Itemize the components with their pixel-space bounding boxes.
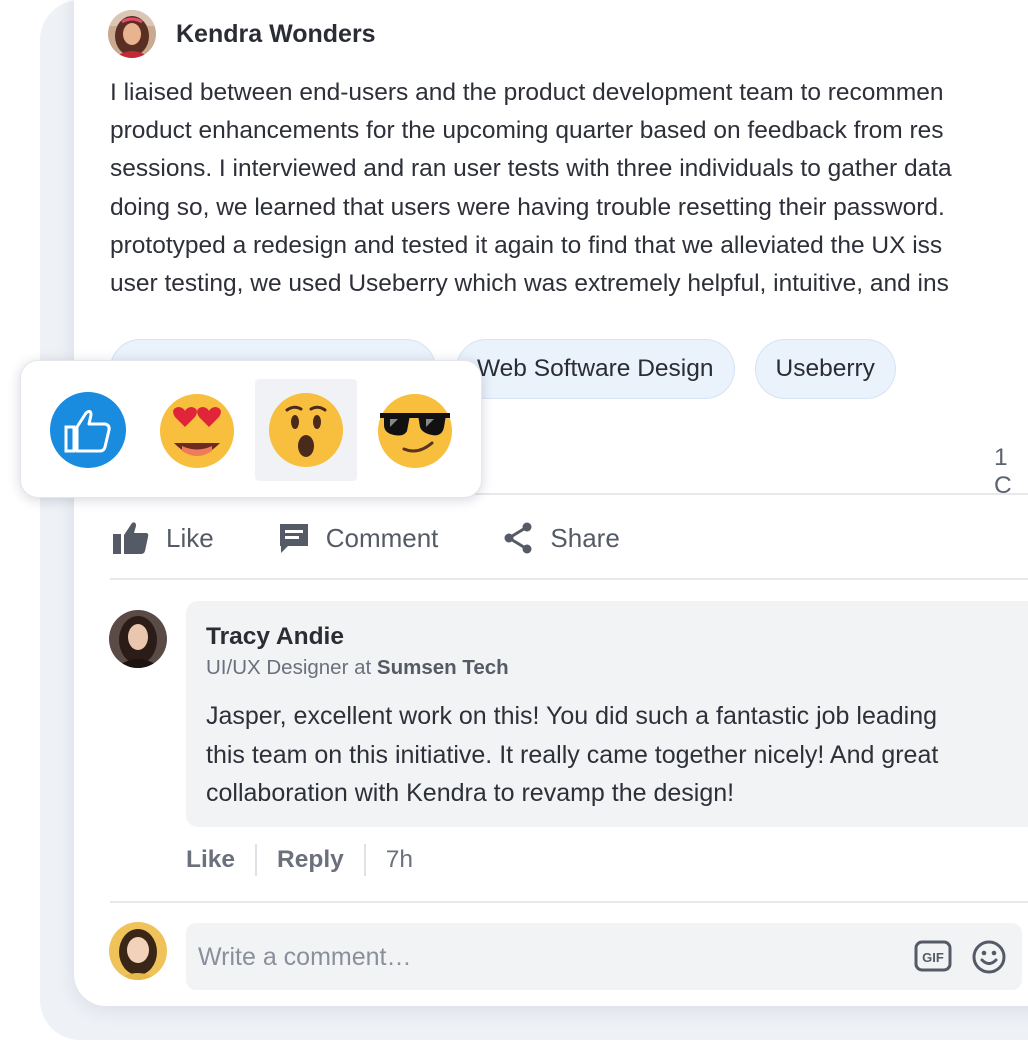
- heart-eyes-icon: [160, 394, 234, 468]
- post-body: I liaised between end-users and the prod…: [110, 74, 1028, 303]
- thumbs-up-icon: [113, 522, 149, 554]
- comment-bubble: Tracy Andie UI/UX Designer at Sumsen Tec…: [186, 601, 1028, 827]
- sunglasses-icon: [378, 394, 452, 468]
- share-icon: [504, 522, 532, 554]
- reaction-wow[interactable]: [255, 379, 357, 481]
- comment-text-line: this team on this initiative. It really …: [206, 740, 939, 769]
- comment-author-role: UI/UX Designer at Sumsen Tech: [206, 656, 509, 680]
- tag-chip[interactable]: Useberry: [754, 339, 896, 399]
- share-label: Share: [550, 522, 620, 553]
- gif-icon[interactable]: GIF: [914, 940, 952, 972]
- comment-like-button[interactable]: Like: [186, 846, 235, 874]
- like-button[interactable]: Like: [112, 521, 214, 555]
- like-icon: [50, 392, 126, 468]
- comment-input[interactable]: [196, 923, 900, 992]
- divider: [110, 578, 1028, 580]
- comment-label: Comment: [325, 522, 439, 553]
- post-body-line: I liaised between end-users and the prod…: [110, 79, 944, 106]
- avatar[interactable]: [108, 10, 156, 58]
- post-body-line: product enhancements for the upcoming qu…: [110, 117, 944, 145]
- divider: [110, 901, 1028, 903]
- post-body-line: user testing, we used Useberry which was…: [110, 269, 949, 297]
- surprised-icon: [269, 393, 343, 467]
- comment-count[interactable]: 1 C: [994, 444, 1028, 500]
- separator: [363, 844, 366, 876]
- like-label: Like: [166, 522, 214, 553]
- reaction-love[interactable]: [146, 379, 248, 481]
- comment-actions: Like Reply 7h: [186, 842, 413, 878]
- comment-text: Jasper, excellent work on this! You did …: [206, 697, 1026, 813]
- post-body-line: doing so, we learned that users were hav…: [110, 193, 945, 221]
- post-author-name[interactable]: Kendra Wonders: [176, 20, 376, 49]
- reaction-cool[interactable]: [364, 379, 466, 481]
- avatar[interactable]: [109, 610, 167, 668]
- comment-author-name[interactable]: Tracy Andie: [206, 623, 344, 651]
- comment-text-line: Jasper, excellent work on this! You did …: [206, 702, 938, 730]
- separator: [255, 844, 258, 876]
- comment-composer: GIF: [186, 923, 1022, 992]
- comment-timestamp: 7h: [385, 846, 414, 873]
- company-name[interactable]: Sumsen Tech: [377, 656, 509, 679]
- post-body-line: sessions. I interviewed and ran user tes…: [110, 155, 952, 183]
- post-stage: Kendra Wonders I liaised between end-use…: [0, 0, 1028, 1042]
- share-button[interactable]: Share: [502, 521, 620, 555]
- reaction-like[interactable]: [37, 379, 139, 481]
- gif-label: GIF: [922, 950, 944, 965]
- comment-reply-button[interactable]: Reply: [277, 846, 344, 874]
- post-body-line: prototyped a redesign and tested it agai…: [110, 231, 943, 259]
- comment-button[interactable]: Comment: [278, 522, 439, 554]
- comment-icon: [279, 524, 308, 553]
- post-author: Kendra Wonders: [108, 10, 376, 58]
- emoji-icon[interactable]: [972, 940, 1006, 974]
- avatar[interactable]: [109, 922, 167, 980]
- post-action-bar: Like Comment Share: [112, 516, 684, 560]
- comment-text-line: collaboration with Kendra to revamp the …: [206, 779, 735, 807]
- tag-chip[interactable]: Web Software Design: [456, 339, 735, 399]
- reactions-popover: [20, 360, 482, 498]
- role-prefix: UI/UX Designer at: [206, 656, 372, 679]
